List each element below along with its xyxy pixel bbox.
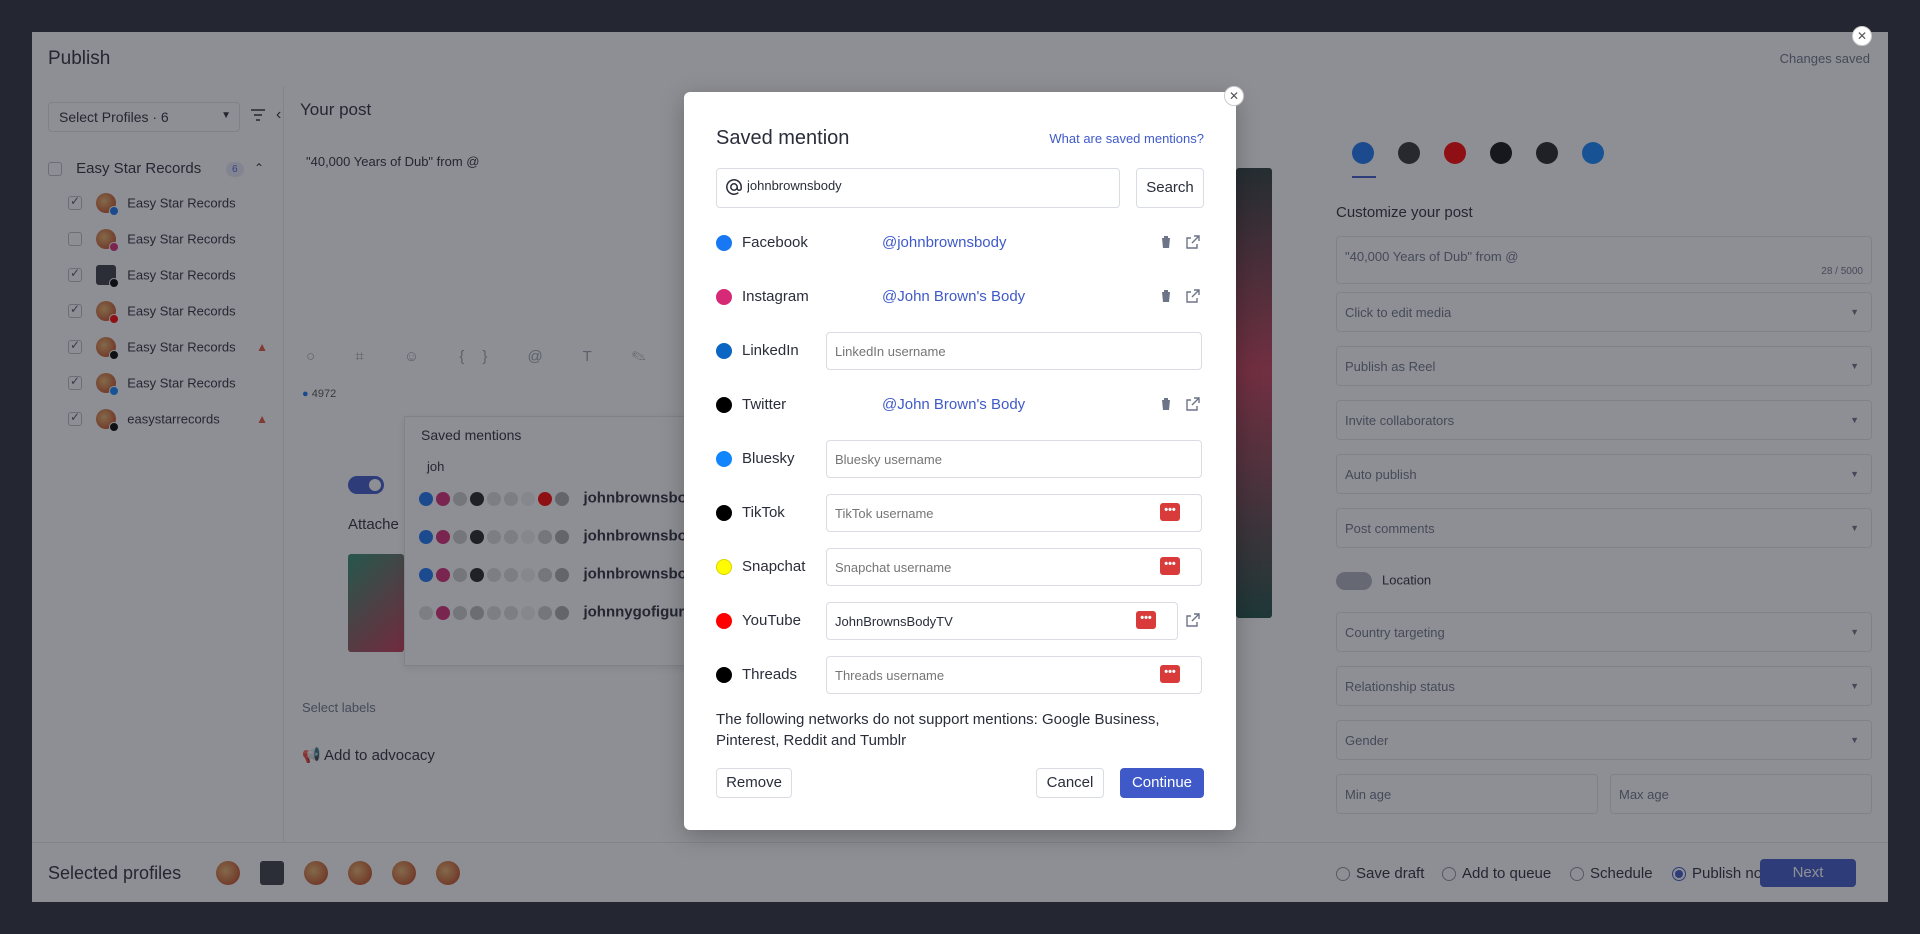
network-row-linkedin: LinkedIn xyxy=(716,332,1206,370)
network-name: Twitter xyxy=(742,396,787,413)
close-icon[interactable]: ✕ xyxy=(1852,26,1872,46)
youtube-icon xyxy=(716,613,732,629)
help-link[interactable]: What are saved mentions? xyxy=(1049,131,1204,146)
mention-search-field[interactable] xyxy=(716,168,1120,208)
mention-text: @johnbrownsbody xyxy=(882,234,1007,251)
mention-text: @John Brown's Body xyxy=(882,396,1026,413)
x-icon xyxy=(716,397,732,413)
saved-mention-modal: Saved mention What are saved mentions? S… xyxy=(684,92,1236,830)
cancel-button[interactable]: Cancel xyxy=(1036,768,1104,798)
network-row-facebook: Facebook @johnbrownsbody xyxy=(716,224,1206,262)
network-row-threads: Threads ••• xyxy=(716,656,1206,694)
more-options-icon[interactable]: ••• xyxy=(1160,665,1180,683)
network-row-youtube: YouTube ••• xyxy=(716,602,1206,640)
network-row-bluesky: Bluesky xyxy=(716,440,1206,478)
network-name: YouTube xyxy=(742,612,801,629)
mention-value[interactable]: @John Brown's Body xyxy=(856,396,1025,413)
close-icon[interactable]: ✕ xyxy=(1224,86,1244,106)
mention-value[interactable]: @John Brown's Body xyxy=(856,288,1025,305)
network-row-instagram: Instagram @John Brown's Body xyxy=(716,278,1206,316)
external-link-icon[interactable] xyxy=(1186,289,1200,303)
modal-title: Saved mention xyxy=(716,127,850,149)
trash-icon[interactable] xyxy=(1160,289,1172,303)
snapchat-username-input[interactable] xyxy=(826,548,1202,586)
mention-text: @John Brown's Body xyxy=(882,288,1026,305)
snapchat-icon xyxy=(716,559,732,575)
more-options-icon[interactable]: ••• xyxy=(1160,557,1180,575)
more-options-icon[interactable]: ••• xyxy=(1136,611,1156,629)
external-link-icon[interactable] xyxy=(1186,235,1200,249)
network-name: Snapchat xyxy=(742,558,806,575)
unsupported-networks-note: The following networks do not support me… xyxy=(716,711,1160,749)
network-name: Bluesky xyxy=(742,450,795,467)
network-name: LinkedIn xyxy=(742,342,799,359)
tiktok-icon xyxy=(716,505,732,521)
network-name: TikTok xyxy=(742,504,785,521)
bluesky-username-input[interactable] xyxy=(826,440,1202,478)
trash-icon[interactable] xyxy=(1160,235,1172,249)
trash-icon[interactable] xyxy=(1160,397,1172,411)
network-name: Facebook xyxy=(742,234,808,251)
search-button[interactable]: Search xyxy=(1136,168,1204,208)
at-icon xyxy=(726,179,742,195)
more-options-icon[interactable]: ••• xyxy=(1160,503,1180,521)
remove-button[interactable]: Remove xyxy=(716,768,792,798)
bluesky-icon xyxy=(716,451,732,467)
network-name: Instagram xyxy=(742,288,809,305)
network-row-twitter: Twitter @John Brown's Body xyxy=(716,386,1206,424)
external-link-icon[interactable] xyxy=(1186,397,1200,411)
network-row-tiktok: TikTok ••• xyxy=(716,494,1206,532)
continue-button[interactable]: Continue xyxy=(1120,768,1204,798)
instagram-icon xyxy=(716,289,732,305)
linkedin-username-input[interactable] xyxy=(826,332,1202,370)
network-name: Threads xyxy=(742,666,798,683)
threads-username-input[interactable] xyxy=(826,656,1202,694)
mention-value[interactable]: @johnbrownsbody xyxy=(856,234,1006,251)
linkedin-icon xyxy=(716,343,732,359)
facebook-icon xyxy=(716,235,732,251)
youtube-username-input[interactable] xyxy=(826,602,1178,640)
mention-search-input[interactable] xyxy=(747,178,1107,193)
external-link-icon[interactable] xyxy=(1186,613,1200,627)
tiktok-username-input[interactable] xyxy=(826,494,1202,532)
threads-icon xyxy=(716,667,732,683)
network-row-snapchat: Snapchat ••• xyxy=(716,548,1206,586)
